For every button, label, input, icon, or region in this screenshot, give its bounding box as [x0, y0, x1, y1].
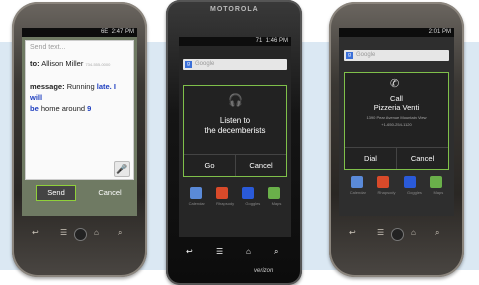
microphone-icon[interactable]: 🎤 [114, 161, 130, 177]
place-phone: +1-650-254-1120 [381, 122, 412, 127]
dock-label: Goggles [407, 190, 422, 195]
search-hint: Google [356, 52, 376, 58]
recipient-number: 734-555-0000 [85, 62, 111, 67]
app-dock [183, 187, 287, 199]
menu-key-icon[interactable]: ☰ [60, 228, 67, 237]
maps-icon[interactable] [429, 176, 442, 188]
send-button[interactable]: Send [36, 185, 76, 201]
cancel-button[interactable]: Cancel [397, 147, 448, 169]
app-dock [344, 176, 449, 188]
status-time: 1:46 PM [265, 38, 288, 44]
voice-action-dialog: 🎧 Listen to the decemberists Go Cancel [183, 85, 287, 177]
message-word: Running [66, 82, 95, 91]
goggles-icon[interactable] [403, 176, 416, 188]
dock-label: Goggles [245, 201, 261, 206]
message-word: home around [40, 104, 86, 113]
place-address: 1390 Pear Avenue Mountain View [366, 115, 427, 120]
status-time: 2:47 PM [111, 29, 134, 35]
message-word: be [30, 104, 39, 113]
message-word: 9 [87, 104, 92, 113]
recipient-name: Allison Miller [41, 59, 84, 68]
google-icon: g [346, 52, 353, 59]
screen-middle: 71 1:46 PM g Google 🎧 Listen to the dece… [179, 37, 291, 237]
dock-label: Rhapsody [377, 190, 396, 195]
signal-label: 71 [255, 38, 263, 44]
dialog-title: Listen to [219, 116, 251, 125]
status-bar: 2:01 PM [339, 28, 454, 37]
send-text-field[interactable]: Send text... [30, 44, 65, 51]
rhapsody-icon[interactable] [377, 176, 390, 188]
home-key-icon[interactable]: ⌂ [94, 228, 99, 237]
status-bar: 6E 2:47 PM [22, 28, 137, 37]
dock-label: Calendar [188, 201, 205, 206]
brand-label: MOTOROLA [210, 6, 259, 13]
dialog-title: Call [390, 94, 403, 103]
search-widget[interactable]: g Google [344, 50, 449, 61]
message-word: late. [96, 82, 112, 91]
status-bar: 71 1:46 PM [179, 37, 291, 46]
carrier-brand: verizon [254, 268, 274, 274]
message-body: message: Running late. I will be home ar… [30, 81, 130, 114]
go-button[interactable]: Go [184, 154, 235, 176]
back-key-icon[interactable]: ↩ [186, 247, 193, 256]
menu-key-icon[interactable]: ☰ [216, 247, 223, 256]
call-action-dialog: ✆ Call Pizzeria Venti 1390 Pear Avenue M… [344, 72, 449, 170]
google-icon: g [185, 61, 192, 68]
cancel-button[interactable]: Cancel [236, 154, 286, 176]
screen-right: 2:01 PM g Google ✆ Call Pizzeria Venti 1… [339, 28, 454, 216]
dock-label: Rhapsody [216, 201, 235, 206]
cancel-button[interactable]: Cancel [90, 186, 130, 200]
dock-labels: Calendar Rhapsody Goggles Maps [344, 190, 449, 195]
dock-labels: Calendar Rhapsody Goggles Maps [183, 201, 287, 206]
search-key-icon[interactable]: ⌕ [274, 247, 278, 257]
trackball[interactable] [74, 228, 87, 241]
message-label: message: [30, 82, 65, 91]
back-key-icon[interactable]: ↩ [32, 228, 39, 237]
home-key-icon[interactable]: ⌂ [411, 228, 416, 237]
trackball[interactable] [391, 228, 404, 241]
menu-key-icon[interactable]: ☰ [377, 228, 384, 237]
goggles-icon[interactable] [242, 187, 254, 199]
phone-nexus-right: 2:01 PM g Google ✆ Call Pizzeria Venti 1… [329, 2, 464, 277]
to-label: to: [30, 59, 40, 68]
phone-nexus-left: 6E 2:47 PM Send text... to: Allison Mill… [12, 2, 147, 277]
place-name: Pizzeria Venti [373, 103, 420, 112]
calendar-icon[interactable] [351, 176, 364, 188]
home-key-icon[interactable]: ⌂ [246, 247, 251, 256]
dial-button[interactable]: Dial [345, 147, 396, 169]
status-time: 2:01 PM [428, 29, 451, 35]
phone-droid-middle: MOTOROLA 71 1:46 PM g Google 🎧 Listen to… [166, 0, 302, 285]
search-key-icon[interactable]: ⌕ [118, 228, 122, 238]
search-key-icon[interactable]: ⌕ [435, 228, 439, 238]
to-line: to: Allison Miller 734-555-0000 [30, 59, 110, 68]
search-hint: Google [195, 61, 215, 67]
maps-icon[interactable] [268, 187, 280, 199]
back-key-icon[interactable]: ↩ [349, 228, 356, 237]
search-widget[interactable]: g Google [183, 59, 287, 70]
rhapsody-icon[interactable] [216, 187, 228, 199]
dock-label: Maps [271, 201, 282, 206]
carrier-label: 6E [100, 29, 109, 35]
phone-handset-icon: ✆ [390, 78, 400, 90]
screen-left: 6E 2:47 PM Send text... to: Allison Mill… [22, 28, 137, 216]
headphones-icon: 🎧 [228, 93, 243, 107]
calendar-icon[interactable] [190, 187, 202, 199]
dock-label: Maps [433, 190, 444, 195]
compose-card: Send text... to: Allison Miller 734-555-… [25, 40, 134, 180]
dock-label: Calendar [349, 190, 366, 195]
dialog-subtitle: the decemberists [204, 126, 266, 135]
